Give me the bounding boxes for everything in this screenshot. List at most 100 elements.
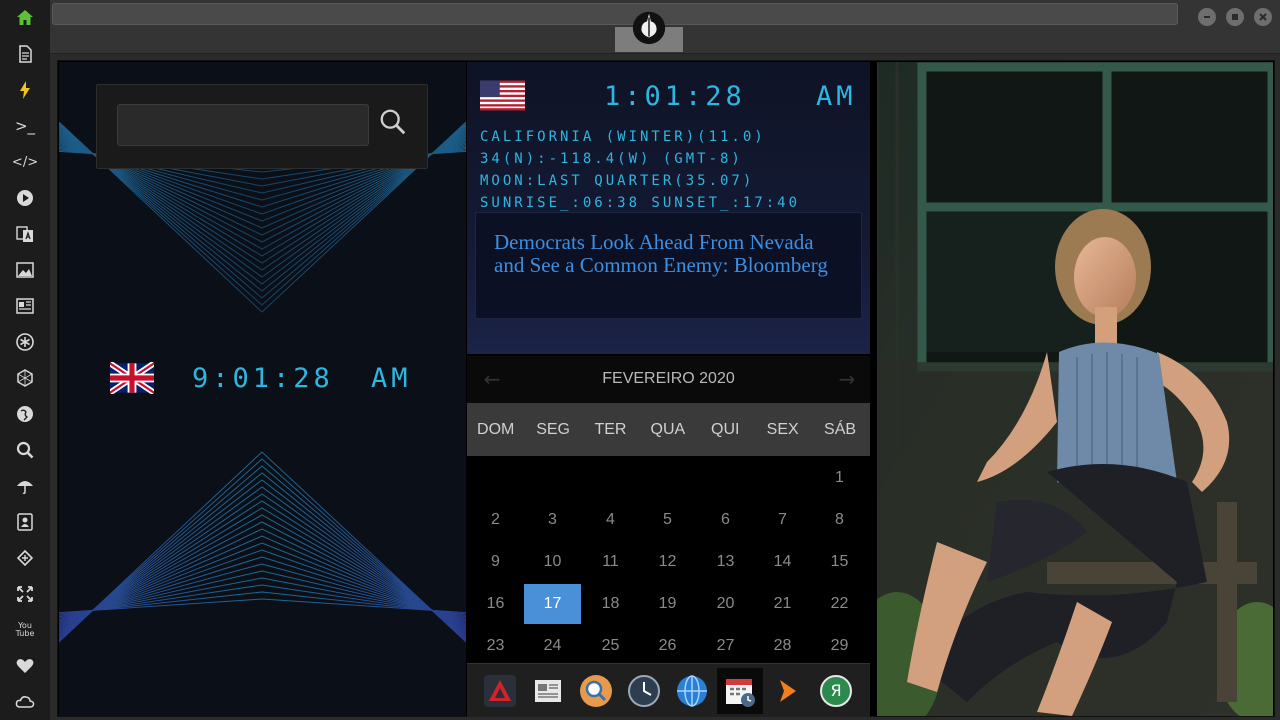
- calendar-widget: ← FEVEREIRO 2020 → DOM SEG TER QUA QUI S…: [467, 356, 870, 662]
- sidebar: >_ </> You Tube: [0, 0, 50, 720]
- coordinates-line: 34(N):-118.4(W) (GMT-8): [480, 151, 743, 167]
- calendar-day[interactable]: 27: [697, 626, 754, 666]
- calendar-day[interactable]: 10: [524, 542, 581, 582]
- calendar-day[interactable]: 12: [639, 542, 696, 582]
- calendar-day-today[interactable]: 17: [524, 584, 581, 624]
- arrow-app-icon[interactable]: [765, 668, 811, 714]
- globe-app-icon[interactable]: [669, 668, 715, 714]
- weekday-label: SEG: [536, 421, 570, 438]
- sun-times-line: SUNRISE_:06:38 SUNSET_:17:40: [480, 195, 801, 211]
- calendar-day[interactable]: 19: [639, 584, 696, 624]
- us-clock-time: 1:01:28: [604, 81, 746, 112]
- calendar-day[interactable]: 23: [467, 626, 524, 666]
- calendar-day[interactable]: 20: [697, 584, 754, 624]
- settings-icon[interactable]: [13, 330, 37, 354]
- moon-phase-line: MOON:LAST QUARTER(35.07): [480, 173, 755, 189]
- hexagon-icon[interactable]: [13, 366, 37, 390]
- location-line: CALIFORNIA (WINTER)(11.0): [480, 129, 766, 145]
- terminal-label: >_: [14, 117, 36, 135]
- weekday-label: TER: [594, 421, 627, 438]
- us-flag-icon: [480, 80, 525, 111]
- translate-icon[interactable]: [13, 222, 37, 246]
- calendar-day[interactable]: 11: [582, 542, 639, 582]
- top-bar: [50, 0, 1280, 54]
- news-headline[interactable]: Democrats Look Ahead From Nevada and See…: [494, 231, 843, 277]
- umbrella-icon[interactable]: [13, 474, 37, 498]
- uk-clock-ampm: AM: [371, 363, 412, 394]
- calendar-day[interactable]: 15: [811, 542, 868, 582]
- address-bar[interactable]: [52, 3, 1178, 25]
- minimize-button[interactable]: [1198, 8, 1216, 26]
- weekday-label: QUA: [650, 421, 686, 438]
- calendar-month-title: FEVEREIRO 2020: [602, 370, 735, 387]
- yandex-app-icon[interactable]: Я: [813, 668, 859, 714]
- weekday-label: DOM: [477, 421, 515, 438]
- weekday-label: SÁB: [824, 421, 857, 438]
- magnifier-icon: [380, 109, 406, 135]
- woman-photo-image: [877, 62, 1273, 716]
- search-app-icon[interactable]: [573, 668, 619, 714]
- world-clock-panel: 1:01:28 AM CALIFORNIA (WINTER)(11.0) 34(…: [467, 62, 870, 354]
- lightning-icon[interactable]: [13, 78, 37, 102]
- search-button[interactable]: [377, 107, 409, 139]
- news-ticker[interactable]: Democrats Look Ahead From Nevada and See…: [475, 212, 862, 319]
- calendar-day[interactable]: 28: [754, 626, 811, 666]
- globe-icon[interactable]: [13, 402, 37, 426]
- contacts-icon[interactable]: [13, 510, 37, 534]
- wallpaper-photo: [877, 62, 1273, 716]
- yandex-letter: Я: [830, 681, 842, 700]
- uk-clock-time: 9:01:28: [192, 363, 334, 394]
- calendar-header: ← FEVEREIRO 2020 →: [467, 356, 870, 403]
- calendar-day[interactable]: 4: [582, 500, 639, 540]
- calendar-day[interactable]: 18: [582, 584, 639, 624]
- cloud-icon[interactable]: [13, 690, 37, 714]
- calendar-day[interactable]: 1: [811, 458, 868, 498]
- calendar-day[interactable]: 6: [697, 500, 754, 540]
- calendar-day[interactable]: 24: [524, 626, 581, 666]
- calendar-day[interactable]: 25: [582, 626, 639, 666]
- home-icon[interactable]: [13, 6, 37, 30]
- close-button[interactable]: [1254, 8, 1272, 26]
- calendar-day[interactable]: 26: [639, 626, 696, 666]
- document-icon[interactable]: [13, 42, 37, 66]
- heart-icon[interactable]: [13, 654, 37, 678]
- image-icon[interactable]: [13, 258, 37, 282]
- calendar-next-button[interactable]: →: [836, 368, 858, 390]
- us-clock-ampm: AM: [816, 81, 857, 112]
- calendar-day[interactable]: 22: [811, 584, 868, 624]
- search-widget: [96, 84, 428, 169]
- maximize-button[interactable]: [1226, 8, 1244, 26]
- calendar-day[interactable]: 21: [754, 584, 811, 624]
- search-icon[interactable]: [13, 438, 37, 462]
- newspaper-app-icon[interactable]: [525, 668, 571, 714]
- calendar-day[interactable]: 16: [467, 584, 524, 624]
- play-icon[interactable]: [13, 186, 37, 210]
- search-input[interactable]: [117, 104, 369, 146]
- calendar-day[interactable]: 8: [811, 500, 868, 540]
- red-triangle-app-icon[interactable]: [477, 668, 523, 714]
- terminal-icon[interactable]: >_: [13, 114, 37, 138]
- calendar-day[interactable]: 9: [467, 542, 524, 582]
- clock-app-icon[interactable]: [621, 668, 667, 714]
- code-label: </>: [11, 154, 39, 170]
- youtube-icon[interactable]: You Tube: [13, 618, 37, 642]
- weekday-label: QUI: [711, 421, 740, 438]
- calendar-day[interactable]: 29: [811, 626, 868, 666]
- calendar-day[interactable]: 7: [754, 500, 811, 540]
- calendar-app-icon[interactable]: [717, 668, 763, 714]
- calendar-day[interactable]: 2: [467, 500, 524, 540]
- calendar-weekdays: DOM SEG TER QUA QUI SEX SÁB: [467, 403, 870, 456]
- news-icon[interactable]: [13, 294, 37, 318]
- left-widget-panel: 9:01:28 AM: [59, 62, 466, 716]
- calendar-day[interactable]: 3: [524, 500, 581, 540]
- calendar-day[interactable]: 14: [754, 542, 811, 582]
- calendar-day[interactable]: 5: [639, 500, 696, 540]
- youtube-label: You Tube: [15, 621, 35, 638]
- gamepad-icon[interactable]: [13, 546, 37, 570]
- calendar-day[interactable]: 13: [697, 542, 754, 582]
- uk-flag-icon: [110, 362, 154, 394]
- weekday-label: SEX: [766, 421, 799, 438]
- fullscreen-icon[interactable]: [13, 582, 37, 606]
- code-icon[interactable]: </>: [11, 150, 39, 174]
- app-dock: Я: [467, 663, 870, 717]
